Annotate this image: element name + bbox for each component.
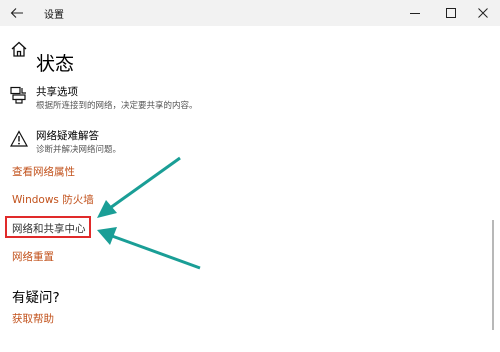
network-reset-link[interactable]: 网络重置 <box>12 249 54 264</box>
home-icon[interactable] <box>10 40 28 58</box>
content-area: 共享选项 根据所连接到的网络，决定要共享的内容。 网络疑难解答 诊断并解决网络问… <box>0 70 486 352</box>
back-arrow-icon <box>10 8 23 18</box>
title-bar: 设置 <box>0 0 500 26</box>
settings-window: 设置 状态 共享选项 根据所连接到的网络，决定要共享的内容。 网络疑难解答 诊断… <box>0 0 500 352</box>
back-button[interactable] <box>0 0 34 26</box>
troubleshoot-title: 网络疑难解答 <box>36 130 99 142</box>
scroll-thumb[interactable] <box>492 220 494 330</box>
maximize-button[interactable] <box>434 0 468 26</box>
warning-icon <box>9 130 29 148</box>
troubleshoot-desc: 诊断并解决网络问题。 <box>36 145 122 155</box>
view-network-properties-link[interactable]: 查看网络属性 <box>12 164 75 179</box>
sharing-options-item[interactable]: 共享选项 根据所连接到的网络，决定要共享的内容。 <box>10 84 310 124</box>
troubleshoot-item[interactable]: 网络疑难解答 诊断并解决网络问题。 <box>9 128 310 168</box>
windows-firewall-link[interactable]: Windows 防火墙 <box>12 192 94 207</box>
minimize-button[interactable] <box>398 0 432 26</box>
scrollbar[interactable] <box>490 70 496 352</box>
sharing-options-desc: 根据所连接到的网络，决定要共享的内容。 <box>36 101 198 111</box>
minimize-icon <box>410 13 420 14</box>
get-help-link[interactable]: 获取帮助 <box>12 311 54 326</box>
close-button[interactable] <box>466 0 500 26</box>
sharing-options-title: 共享选项 <box>36 86 78 98</box>
window-title: 设置 <box>44 10 64 21</box>
highlight-box <box>5 216 91 238</box>
sharing-options-icon <box>10 86 28 104</box>
maximize-icon <box>446 8 456 18</box>
faq-title: 有疑问? <box>12 290 60 306</box>
close-icon <box>478 8 488 18</box>
